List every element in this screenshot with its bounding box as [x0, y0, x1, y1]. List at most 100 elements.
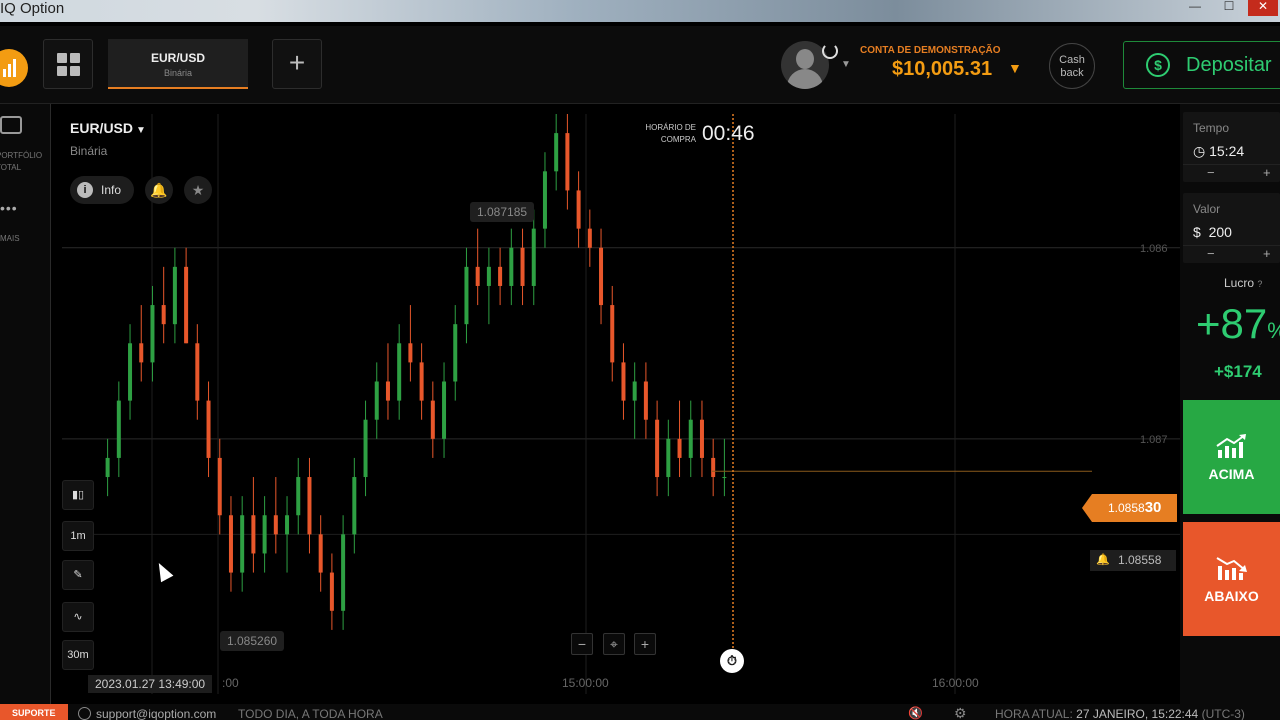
time-value: ◷ 15:24	[1193, 143, 1245, 159]
candle-body	[565, 133, 570, 191]
candle-body	[318, 534, 323, 573]
candle-body	[195, 343, 200, 401]
amount-decrease-button[interactable]: −	[1207, 246, 1215, 261]
chart-canvas[interactable]: 1.087 1.086	[52, 104, 1180, 704]
support-button[interactable]: SUPORTE	[0, 704, 68, 720]
asset-tab-eurusd[interactable]: EUR/USD Binária	[108, 39, 248, 89]
iq-logo[interactable]	[0, 49, 28, 87]
mute-icon[interactable]: 🔇	[908, 706, 923, 720]
candle-body	[139, 343, 144, 363]
portfolio-label[interactable]: PORTFÓLIO TOTAL	[0, 150, 42, 174]
balance-dropdown-icon[interactable]: ▼	[1008, 60, 1022, 76]
amount-increase-button[interactable]: +	[1263, 246, 1271, 261]
info-label: Info	[101, 183, 122, 197]
candle-body	[677, 438, 682, 458]
candle-body	[643, 381, 648, 420]
current-time: HORA ATUAL: 27 JANEIRO, 15:22:44 (UTC-3)	[995, 707, 1245, 720]
support-hours: TODO DIA, A TODA HORA	[238, 707, 383, 720]
briefcase-icon[interactable]	[0, 116, 22, 134]
current-time-label: HORA ATUAL:	[995, 707, 1073, 720]
candle-body	[161, 305, 166, 325]
chart-asset-label: EUR/USD	[70, 120, 134, 136]
draw-tool-button[interactable]: ✎	[62, 560, 94, 590]
cashback-button[interactable]: Cash back	[1049, 43, 1095, 89]
time-decrease-button[interactable]: −	[1207, 165, 1215, 180]
zoom-out-button[interactable]: −	[571, 633, 593, 655]
interval-button[interactable]: 30m	[62, 640, 94, 670]
profit-percent: +87%	[1196, 300, 1280, 348]
price-chart[interactable]: 1.087 1.086	[52, 104, 1180, 704]
candle-body	[172, 266, 177, 325]
loading-icon	[822, 43, 838, 59]
left-sidebar: PORTFÓLIO TOTAL ••• MAIS	[0, 104, 51, 704]
candle-body	[307, 477, 312, 535]
amount-box[interactable]: Valor $ 200 − +	[1183, 193, 1280, 263]
email-icon	[78, 707, 91, 720]
call-up-button[interactable]: ACIMA	[1183, 400, 1280, 514]
candle-body	[475, 266, 480, 286]
chart-asset-name[interactable]: EUR/USD ▼	[70, 120, 146, 136]
center-chart-button[interactable]: ⌖	[603, 633, 625, 655]
expiry-time-box[interactable]: Tempo ◷ 15:24 − +	[1183, 112, 1280, 182]
x-tick-label: :00	[222, 676, 239, 690]
chevron-down-icon[interactable]: ▼	[841, 59, 851, 70]
close-button[interactable]: ✕	[1248, 0, 1278, 16]
candle-body	[341, 534, 346, 611]
chart-asset-type: Binária	[70, 144, 108, 158]
time-value-text: 15:24	[1209, 143, 1245, 159]
chart-type-button[interactable]: ▮▯	[62, 480, 94, 510]
indicators-button[interactable]: ∿	[62, 602, 94, 632]
candle-body	[621, 362, 626, 401]
amount-value[interactable]: $ 200	[1193, 224, 1232, 240]
amount-stepper: − +	[1183, 245, 1280, 263]
candle-body	[397, 343, 402, 401]
cursor-time-tag: 2023.01.27 13:49:00	[88, 675, 213, 693]
current-time-value: 27 JANEIRO, 15:22:44	[1076, 707, 1199, 720]
candle-body	[217, 457, 222, 516]
bell-icon[interactable]: 🔔	[145, 176, 173, 204]
zoom-in-button[interactable]: +	[634, 633, 656, 655]
star-icon[interactable]: ★	[184, 176, 212, 204]
candle-body	[273, 515, 278, 535]
x-tick-label: 16:00:00	[932, 676, 979, 690]
candle-body	[285, 515, 290, 535]
candle-body	[722, 477, 727, 479]
purchase-countdown: 00:46	[702, 122, 755, 145]
assets-grid-button[interactable]	[43, 39, 93, 89]
candle-body	[206, 400, 211, 458]
candle-body	[486, 266, 491, 286]
info-button[interactable]: i Info	[70, 176, 134, 204]
timezone-label: (UTC-3)	[1201, 707, 1245, 720]
candle-body	[531, 228, 536, 286]
window-titlebar: IQ Option — ☐ ✕	[0, 0, 1280, 22]
time-increase-button[interactable]: +	[1263, 165, 1271, 180]
y-tick-label: 1.087	[1140, 434, 1168, 446]
current-price-suffix: 30	[1144, 499, 1162, 516]
deposit-button[interactable]: $ Depositar	[1123, 41, 1280, 89]
timeframe-button[interactable]: 1m	[62, 521, 94, 551]
candle-body	[699, 419, 704, 458]
add-tab-button[interactable]: +	[272, 39, 322, 89]
gear-icon[interactable]: ⚙	[954, 705, 967, 720]
candle-body	[666, 438, 671, 478]
candle-body	[296, 477, 301, 516]
price-alert-tag[interactable]: 🔔 1.08558	[1090, 550, 1176, 571]
candle-body	[240, 515, 245, 573]
account-balance[interactable]: $10,005.31	[892, 58, 992, 81]
profit-percent-value: +87	[1196, 300, 1268, 347]
more-label[interactable]: MAIS	[0, 234, 20, 243]
candle-body	[554, 133, 559, 172]
purchase-time-label: HORÁRIO DE COMPRA	[645, 123, 696, 144]
amount-currency: $	[1193, 224, 1201, 240]
maximize-button[interactable]: ☐	[1214, 0, 1244, 16]
asset-tab-type: Binária	[163, 68, 192, 78]
candle-body	[655, 419, 660, 478]
minimize-button[interactable]: —	[1180, 0, 1210, 16]
candle-body	[419, 362, 424, 401]
help-icon[interactable]: ?	[1257, 279, 1262, 289]
alert-price-label: 1.08558	[1118, 553, 1162, 567]
more-dots-icon[interactable]: •••	[0, 200, 18, 216]
support-email-link[interactable]: support@iqoption.com	[96, 707, 216, 720]
candle-body	[228, 515, 233, 573]
put-down-button[interactable]: ABAIXO	[1183, 522, 1280, 636]
